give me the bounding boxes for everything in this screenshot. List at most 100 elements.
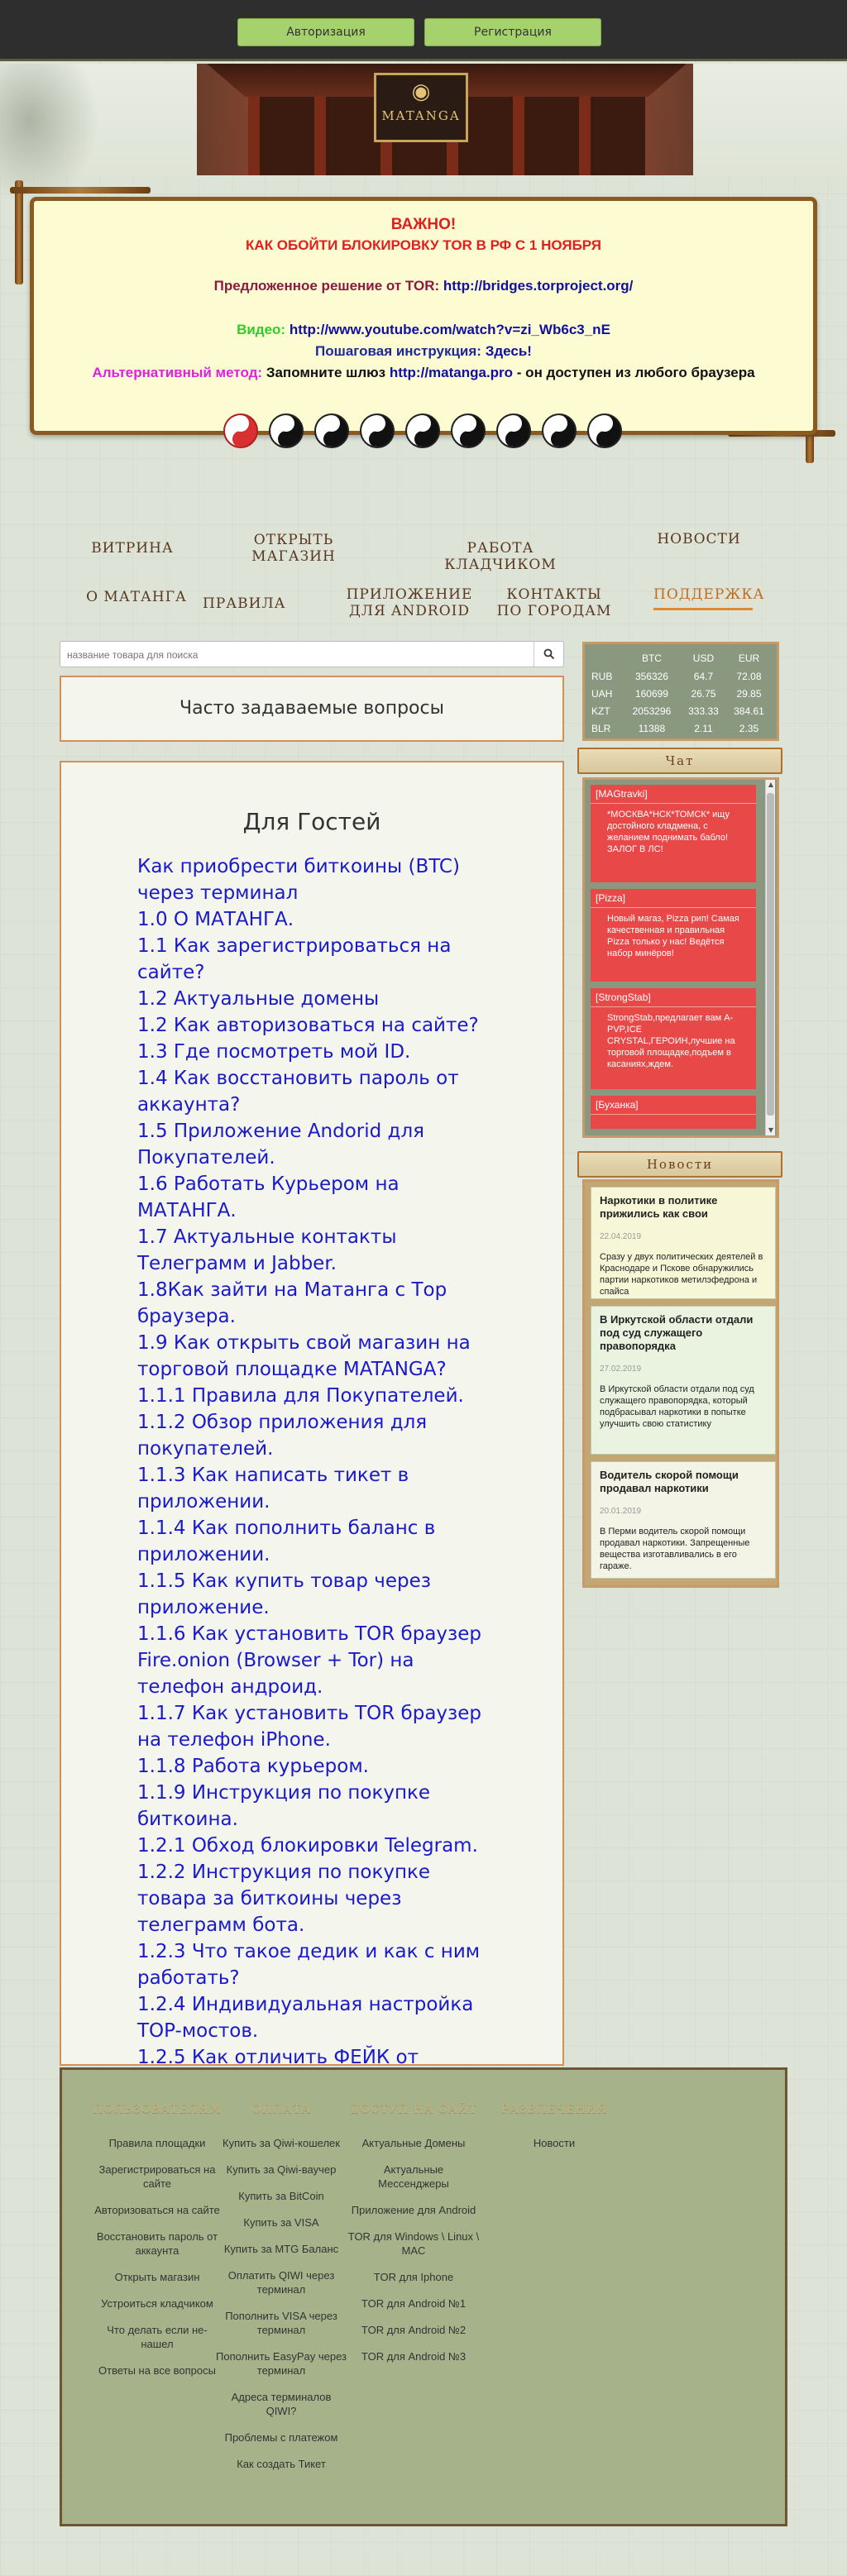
news-card[interactable]: Водитель скорой помощи продавал наркотик… (591, 1461, 776, 1579)
footer-link[interactable]: Купить за VISA (215, 2215, 347, 2230)
footer-link[interactable]: Устроиться кладчиком (91, 2296, 223, 2311)
yinyang-icon[interactable] (587, 413, 622, 448)
footer-link[interactable]: Адреса терминалов QIWI? (215, 2390, 347, 2418)
news-card[interactable]: Наркотики в политике прижились как свои 2… (591, 1187, 776, 1299)
faq-link[interactable]: 1.8Как зайти на Матанга с Тор браузера. (137, 1277, 501, 1330)
footer-link[interactable]: Восстановить пароль от аккаунта (91, 2230, 223, 2258)
menu-news[interactable]: Новости (653, 531, 744, 547)
faq-link[interactable]: 1.9 Как открыть свой магазин на торговой… (137, 1330, 501, 1383)
footer-link[interactable]: Оплатить QIWI через терминал (215, 2268, 347, 2296)
faq-link[interactable]: 1.2 Актуальные домены (137, 986, 501, 1012)
faq-link[interactable]: 1.7 Актуальные контакты Телеграмм и Jabb… (137, 1224, 501, 1277)
footer-link[interactable]: Зарегистрироваться на сайте (91, 2163, 223, 2191)
footer-link[interactable]: Ответы на все вопросы (91, 2363, 223, 2378)
faq-link[interactable]: 1.4 Как восстановить пароль от аккаунта? (137, 1065, 501, 1118)
footer-column: Пользователям Правила площадки Зарегистрир… (91, 2103, 223, 2390)
yinyang-icon[interactable] (360, 413, 395, 448)
footer-link[interactable]: TOR для Android №2 (347, 2323, 480, 2337)
faq-link[interactable]: 1.2.3 Что такое дедик и как с ним работа… (137, 1938, 501, 1991)
footer-link[interactable]: TOR для Android №1 (347, 2296, 480, 2311)
menu-city-contacts[interactable]: Контакты по городам (492, 586, 616, 619)
faq-link[interactable]: 1.3 Где посмотреть мой ID. (137, 1039, 501, 1065)
notice-important: ВАЖНО! (390, 216, 457, 233)
menu-rules[interactable]: Правила (203, 595, 285, 612)
chat-text: StrongStab,предлагает вам A-PVP,ICE CRYS… (607, 1013, 735, 1069)
faq-link[interactable]: 1.1.3 Как написать тикет в приложении. (137, 1462, 501, 1515)
faq-link[interactable]: 1.1.1 Правила для Покупателей. (137, 1383, 501, 1409)
search-button[interactable] (534, 642, 563, 667)
news-card[interactable]: В Иркутской области отдали под суд служа… (591, 1306, 776, 1455)
video-link[interactable]: http://www.youtube.com/watch?v=zi_Wb6c3_… (290, 322, 610, 337)
footer-column: Доступ на сайт Актуальные Домены Актуальны… (347, 2103, 480, 2376)
menu-about[interactable]: О Матанга (83, 589, 190, 605)
footer-link[interactable]: Правила площадки (91, 2136, 223, 2150)
chat-nick[interactable]: [Pizza] (591, 889, 756, 908)
footer-link[interactable]: Что делать если не-нашел (91, 2323, 223, 2351)
footer-link[interactable]: Купить за MTG Баланс (215, 2242, 347, 2256)
alt-gateway-link[interactable]: http://matanga.pro (390, 365, 513, 380)
yinyang-icon[interactable] (496, 413, 531, 448)
yinyang-icon[interactable] (223, 413, 258, 448)
faq-link[interactable]: 1.2.4 Индивидуальная настройка TOP-мосто… (137, 1991, 501, 2044)
instruction-link[interactable]: Здесь! (486, 343, 532, 359)
footer-link[interactable]: Купить за Qiwi-ваучер (215, 2163, 347, 2177)
chat-nick[interactable]: [StrongStab] (591, 988, 756, 1007)
rates-header (591, 649, 623, 667)
footer-link[interactable]: Открыть магазин (91, 2270, 223, 2284)
menu-android-app[interactable]: Приложение для Android (343, 586, 476, 619)
faq-link[interactable]: 1.1.4 Как пополнить баланс в приложении. (137, 1515, 501, 1568)
menu-open-shop[interactable]: Открыть магазин (248, 532, 339, 565)
faq-link[interactable]: 1.1.6 Как установить TOR браузер Fire.on… (137, 1621, 501, 1700)
faq-link[interactable]: Как приобрести биткоины (BTC) через терм… (137, 853, 501, 906)
site-logo[interactable]: ◉ MATANGA (374, 73, 468, 142)
yinyang-icon[interactable] (542, 413, 577, 448)
footer-link[interactable]: TOR для Iphone (347, 2270, 480, 2284)
chat-nick[interactable]: [MAGtravki] (591, 785, 756, 804)
faq-link[interactable]: 1.2 Как авторизоваться на сайте? (137, 1012, 501, 1039)
yinyang-icon[interactable] (451, 413, 486, 448)
footer-link[interactable]: Пополнить VISA через терминал (215, 2309, 347, 2337)
footer-link[interactable]: Актуальные Домены (347, 2136, 480, 2150)
scroll-up-icon[interactable]: ▲ (766, 780, 776, 790)
faq-link[interactable]: 1.1 Как зарегистрироваться на сайте? (137, 933, 501, 986)
scroll-down-icon[interactable]: ▼ (766, 1126, 776, 1135)
footer-link[interactable]: Новости (488, 2136, 620, 2150)
footer-link[interactable]: Проблемы с платежом (215, 2430, 347, 2445)
faq-link[interactable]: 1.1.2 Обзор приложения для покупателей. (137, 1409, 501, 1462)
faq-link[interactable]: 1.1.7 Как установить TOR браузер на теле… (137, 1700, 501, 1753)
footer-link[interactable]: TOR для Windows \ Linux \ MAC (347, 2230, 480, 2258)
news-body: В Перми водитель скорой помощи продавал … (600, 1527, 750, 1571)
alt-text: Запомните шлюз (266, 365, 386, 380)
faq-link[interactable]: 1.1.9 Инструкция по покупке биткоина. (137, 1780, 501, 1833)
search-input[interactable] (67, 647, 514, 663)
chat-nick[interactable]: [Буханка] (591, 1096, 756, 1115)
footer-link[interactable]: Актуальные Мессенджеры (347, 2163, 480, 2191)
yinyang-icon[interactable] (269, 413, 304, 448)
footer-link[interactable]: Пополнить EasyPay через терминал (215, 2349, 347, 2378)
footer-link[interactable]: Авторизоваться на сайте (91, 2203, 223, 2217)
footer-link[interactable]: Как создать Тикет (215, 2457, 347, 2471)
scroll-thumb[interactable] (767, 793, 774, 1116)
yinyang-icon[interactable] (405, 413, 440, 448)
faq-link[interactable]: 1.1.5 Как купить товар через приложение. (137, 1568, 501, 1621)
menu-showcase[interactable]: Витрина (83, 540, 182, 557)
faq-link[interactable]: 1.5 Приложение Andorid для Покупателей. (137, 1118, 501, 1171)
faq-link[interactable]: 1.2.1 Обход блокировки Telegram. (137, 1833, 501, 1859)
news-date: 27.02.2019 (600, 1364, 642, 1374)
footer-link[interactable]: Купить за BitCoin (215, 2189, 347, 2203)
rate-value: 72.08 (736, 670, 762, 682)
yinyang-icon[interactable] (314, 413, 349, 448)
faq-link[interactable]: 1.6 Работать Курьером на МАТАНГА. (137, 1171, 501, 1224)
faq-link[interactable]: 1.1.8 Работа курьером. (137, 1753, 501, 1780)
chat-scrollbar[interactable]: ▲ ▼ (765, 780, 775, 1135)
faq-link[interactable]: 1.2.2 Инструкция по покупке товара за би… (137, 1859, 501, 1938)
menu-courier-work[interactable]: Работа кладчиком (418, 540, 583, 573)
footer-link[interactable]: Купить за Qiwi-кошелек (215, 2136, 347, 2150)
register-button[interactable]: Регистрация (424, 18, 601, 46)
footer-link[interactable]: TOR для Android №3 (347, 2349, 480, 2363)
tor-bridges-link[interactable]: http://bridges.torproject.org/ (443, 278, 634, 294)
menu-support[interactable]: Поддержка (653, 586, 763, 610)
footer-link[interactable]: Приложение для Android (347, 2203, 480, 2217)
faq-link[interactable]: 1.0 О МАТАНГА. (137, 906, 501, 933)
login-button[interactable]: Авторизация (237, 18, 414, 46)
